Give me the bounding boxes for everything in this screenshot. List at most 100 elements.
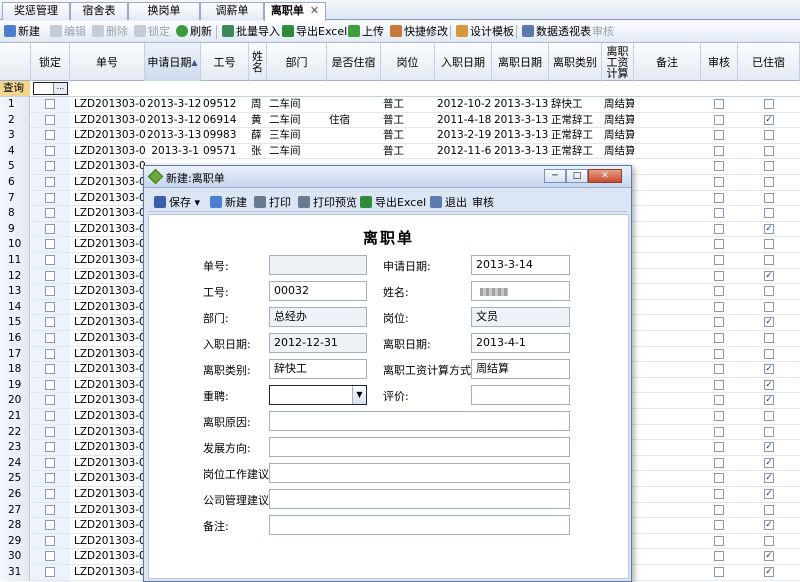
name-field[interactable] bbox=[471, 281, 570, 301]
lock-checkbox[interactable] bbox=[45, 270, 55, 281]
refresh-button[interactable]: 刷新 bbox=[176, 24, 212, 40]
tab-transfer[interactable]: 换岗单 bbox=[128, 2, 200, 20]
number-field[interactable] bbox=[269, 255, 367, 275]
lived-checkbox[interactable] bbox=[764, 239, 774, 250]
maximize-button[interactable]: □ bbox=[566, 169, 588, 183]
quick-edit-button[interactable]: 快捷修改 bbox=[390, 24, 448, 40]
lived-checkbox[interactable] bbox=[764, 333, 774, 343]
audit-checkbox[interactable] bbox=[714, 520, 724, 531]
lock-checkbox[interactable] bbox=[45, 255, 55, 265]
batch-import-button[interactable]: 批量导入 bbox=[222, 24, 280, 40]
audit-checkbox[interactable] bbox=[714, 317, 724, 328]
minimize-button[interactable]: ─ bbox=[544, 169, 566, 183]
audit-checkbox[interactable] bbox=[714, 239, 724, 250]
table-row[interactable]: 4 LZD201303-031 2013-3-1 09571 张二车间 普工 2012-11… bbox=[0, 143, 800, 160]
col-number[interactable]: 单号 bbox=[70, 43, 145, 81]
audit-checkbox[interactable] bbox=[714, 411, 724, 421]
lock-checkbox[interactable] bbox=[45, 192, 55, 203]
audit-checkbox[interactable] bbox=[714, 348, 724, 359]
lived-checkbox[interactable] bbox=[764, 255, 774, 265]
lock-checkbox[interactable] bbox=[45, 177, 55, 187]
lock-checkbox[interactable] bbox=[45, 551, 55, 562]
lived-checkbox[interactable]: ✓ bbox=[764, 364, 774, 375]
post-advice-field[interactable] bbox=[269, 463, 570, 483]
lock-checkbox[interactable] bbox=[45, 473, 55, 484]
col-lock[interactable]: 锁定 bbox=[31, 43, 70, 81]
col-lived[interactable]: 已住宿 bbox=[738, 43, 800, 81]
lived-checkbox[interactable]: ✓ bbox=[764, 317, 774, 328]
direction-field[interactable] bbox=[269, 437, 570, 457]
audit-checkbox[interactable] bbox=[714, 379, 724, 390]
lock-checkbox[interactable] bbox=[45, 317, 55, 328]
lived-checkbox[interactable]: ✓ bbox=[764, 442, 774, 453]
col-pay-calc[interactable]: 离职工资计算 bbox=[602, 43, 634, 81]
dialog-titlebar[interactable]: 新建:离职单 ─ □ ✕ bbox=[144, 166, 631, 188]
lived-checkbox[interactable] bbox=[764, 192, 774, 203]
ellipsis-button[interactable]: ... bbox=[53, 83, 67, 94]
lock-checkbox[interactable] bbox=[45, 145, 55, 156]
lock-checkbox[interactable] bbox=[45, 223, 55, 234]
audit-checkbox[interactable] bbox=[714, 535, 724, 546]
audit-checkbox[interactable] bbox=[714, 457, 724, 468]
lived-checkbox[interactable]: ✓ bbox=[764, 270, 774, 281]
lock-checkbox[interactable] bbox=[45, 520, 55, 531]
lived-checkbox[interactable]: ✓ bbox=[764, 489, 774, 499]
audit-checkbox[interactable] bbox=[714, 145, 724, 156]
lived-checkbox[interactable] bbox=[764, 301, 774, 312]
audit-checkbox[interactable] bbox=[714, 255, 724, 265]
audit-checkbox[interactable] bbox=[714, 395, 724, 406]
close-tab-icon[interactable]: ✕ bbox=[310, 4, 319, 17]
audit-checkbox[interactable] bbox=[714, 177, 724, 187]
print-button[interactable]: 打印 bbox=[254, 194, 291, 210]
emp-id-field[interactable]: 00032 bbox=[269, 281, 367, 301]
close-button[interactable]: ✕ bbox=[588, 169, 622, 183]
lived-checkbox[interactable] bbox=[764, 145, 774, 156]
lock-checkbox[interactable] bbox=[45, 442, 55, 453]
col-leave-date[interactable]: 离职日期 bbox=[492, 43, 549, 81]
audit-checkbox[interactable] bbox=[714, 364, 724, 375]
lived-checkbox[interactable]: ✓ bbox=[764, 457, 774, 468]
leave-type-field[interactable]: 辞快工 bbox=[269, 359, 367, 379]
lived-checkbox[interactable] bbox=[764, 208, 774, 219]
dialog-audit-button[interactable]: 审核 bbox=[472, 194, 494, 210]
note-field[interactable] bbox=[269, 515, 570, 535]
lived-checkbox[interactable]: ✓ bbox=[764, 395, 774, 406]
dialog-export-button[interactable]: 导出Excel bbox=[360, 194, 426, 210]
lived-checkbox[interactable]: ✓ bbox=[764, 223, 774, 234]
audit-checkbox[interactable] bbox=[714, 567, 724, 577]
lock-checkbox[interactable] bbox=[45, 333, 55, 343]
col-emp-id[interactable]: 工号 bbox=[201, 43, 249, 81]
audit-checkbox[interactable] bbox=[714, 223, 724, 234]
lock-checkbox[interactable] bbox=[45, 99, 55, 109]
lived-checkbox[interactable]: ✓ bbox=[764, 567, 774, 577]
lived-checkbox[interactable] bbox=[764, 177, 774, 187]
lock-checkbox[interactable] bbox=[45, 114, 55, 125]
lived-checkbox[interactable]: ✓ bbox=[764, 551, 774, 562]
chevron-down-icon[interactable]: ▼ bbox=[352, 386, 366, 404]
tab-rewards[interactable]: 奖惩管理 bbox=[2, 2, 70, 20]
lock-checkbox[interactable] bbox=[45, 411, 55, 421]
lock-checkbox[interactable] bbox=[45, 348, 55, 359]
table-row[interactable]: 1 LZD201303-0342013-3-1209512 周二车间 普工 2012-1… bbox=[0, 97, 800, 113]
new-button[interactable]: 新建 bbox=[4, 24, 40, 40]
col-post[interactable]: 岗位 bbox=[381, 43, 435, 81]
audit-checkbox[interactable] bbox=[714, 208, 724, 219]
audit-checkbox[interactable] bbox=[714, 192, 724, 203]
delete-button[interactable]: 删除 bbox=[92, 24, 128, 40]
filter-lock-input[interactable]: ... bbox=[33, 82, 68, 95]
audit-checkbox[interactable] bbox=[714, 99, 724, 109]
lock-checkbox[interactable] bbox=[45, 504, 55, 515]
lock-checkbox[interactable] bbox=[45, 286, 55, 297]
lock-checkbox[interactable] bbox=[45, 395, 55, 406]
lived-checkbox[interactable] bbox=[764, 286, 774, 297]
col-hire-date[interactable]: 入职日期 bbox=[435, 43, 492, 81]
audit-checkbox[interactable] bbox=[714, 301, 724, 312]
edit-button[interactable]: 编辑 bbox=[50, 24, 86, 40]
lock-checkbox[interactable] bbox=[45, 535, 55, 546]
audit-checkbox[interactable] bbox=[714, 504, 724, 515]
lock-checkbox[interactable] bbox=[45, 379, 55, 390]
col-name[interactable]: 姓名 bbox=[249, 43, 267, 81]
audit-checkbox[interactable] bbox=[714, 161, 724, 172]
tab-dorm[interactable]: 宿舍表 bbox=[70, 2, 128, 20]
lock-checkbox[interactable] bbox=[45, 489, 55, 499]
